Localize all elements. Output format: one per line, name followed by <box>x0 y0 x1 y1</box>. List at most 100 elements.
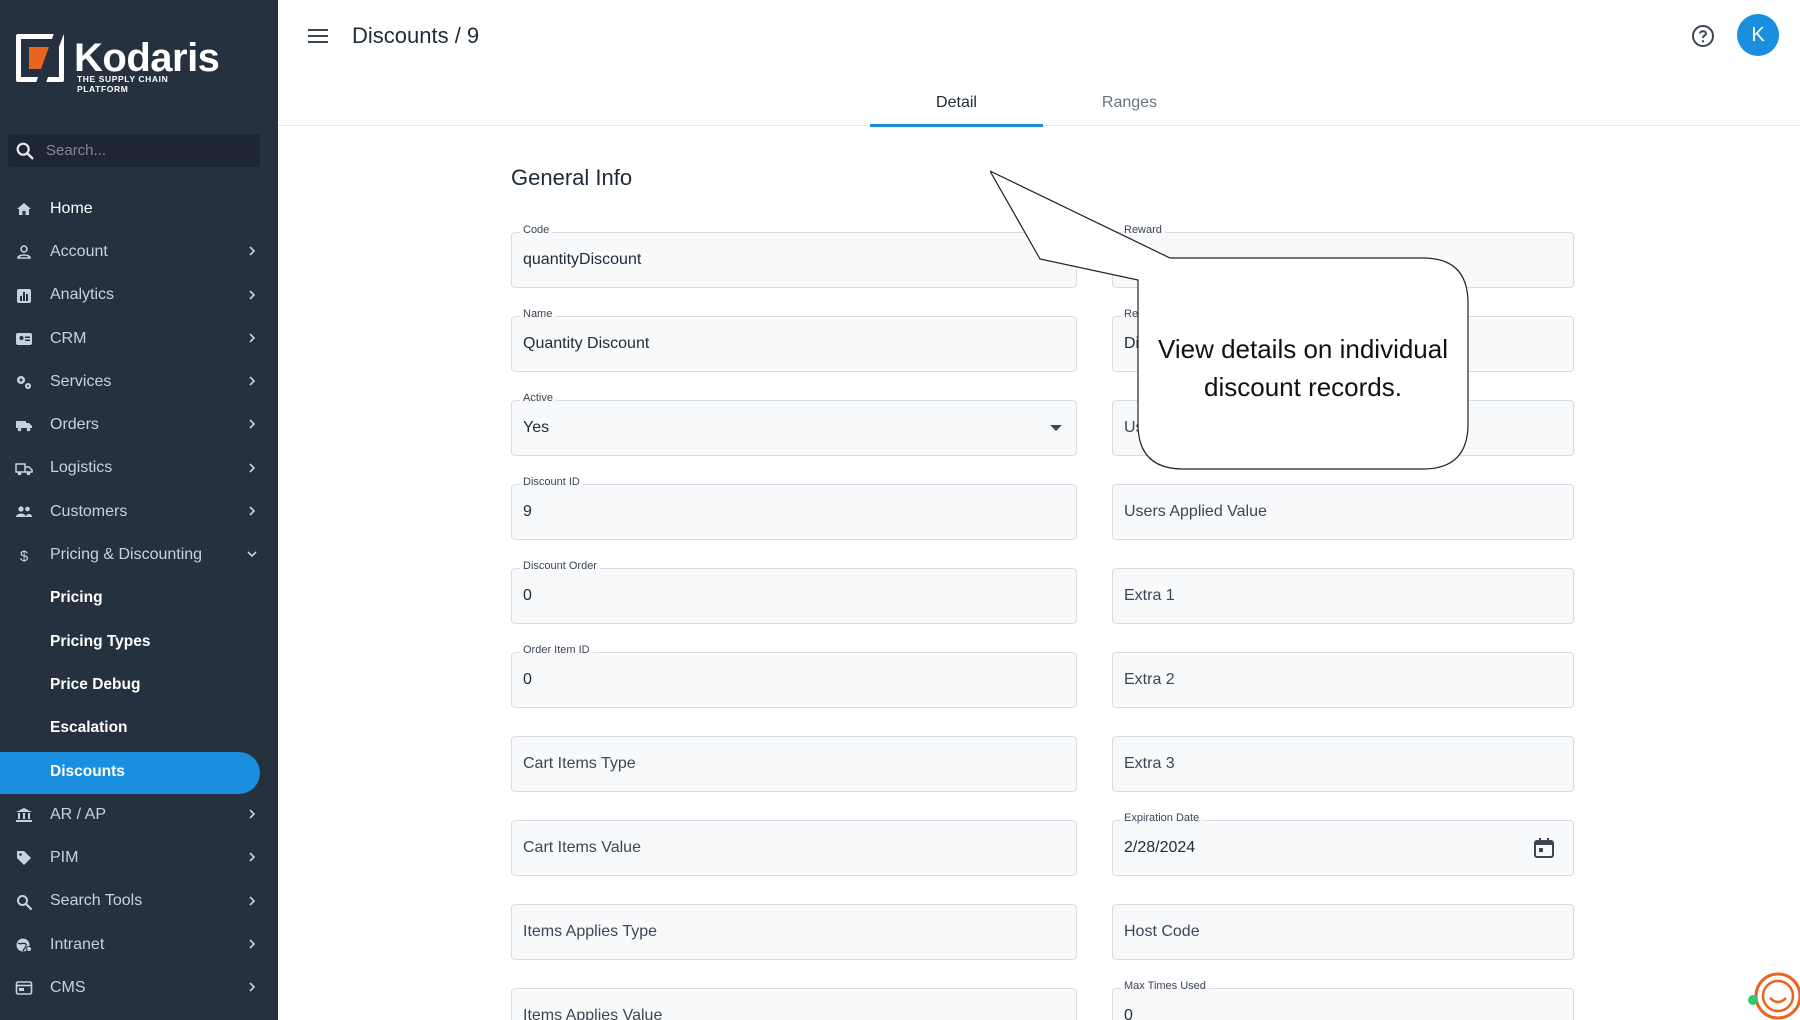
globe-gear-icon <box>16 938 32 953</box>
sidebar-item-label: Orders <box>50 416 99 434</box>
search-icon <box>16 142 34 160</box>
field-value: 0 <box>1124 1007 1133 1020</box>
field-label: Order Item ID <box>520 644 593 656</box>
field-placeholder: Host Code <box>1124 923 1200 940</box>
sidebar-item-intranet[interactable]: Intranet <box>0 923 278 966</box>
sidebar-item-price-debug[interactable]: Price Debug <box>0 663 278 706</box>
cart-items-value-field[interactable]: Cart Items Value <box>511 820 1077 876</box>
sidebar-item-label: CRM <box>50 329 87 347</box>
sidebar-item-label: Pricing Types <box>50 632 151 650</box>
hamburger-menu-icon[interactable] <box>306 26 330 46</box>
contact-card-icon <box>16 332 32 345</box>
sidebar-item-account[interactable]: Account <box>0 230 278 273</box>
warehouse-truck-icon <box>15 463 33 476</box>
field-placeholder: Users Applied Value <box>1124 503 1267 520</box>
max-times-used-field[interactable]: Max Times Used 0 <box>1112 980 1574 1020</box>
sidebar-item-label: Intranet <box>50 935 105 953</box>
sidebar-item-label: Account <box>50 242 108 260</box>
chevron-right-icon <box>249 809 256 819</box>
field-value: 9 <box>523 503 532 520</box>
avatar[interactable]: K <box>1737 14 1779 56</box>
chevron-right-icon <box>249 506 256 516</box>
gears-icon <box>17 376 31 390</box>
field-value: 2/28/2024 <box>1124 839 1196 856</box>
callout-text: View details on individual discount reco… <box>1140 330 1466 406</box>
sidebar-item-pricing-discounting[interactable]: $ Pricing & Discounting <box>0 533 278 576</box>
people-icon <box>16 506 32 518</box>
kodaris-logo[interactable]: Kodaris THE SUPPLY CHAIN PLATFORM <box>16 34 220 94</box>
chevron-right-icon <box>249 246 256 256</box>
host-code-field[interactable]: Host Code <box>1112 904 1574 960</box>
extra3-field[interactable]: Extra 3 <box>1112 736 1574 792</box>
kodaris-logo-mark <box>16 34 64 82</box>
sidebar-item-pricing[interactable]: Pricing <box>0 577 278 620</box>
field-label: Discount Order <box>520 560 600 572</box>
chevron-down-icon <box>247 551 257 558</box>
sidebar-item-escalation[interactable]: Escalation <box>0 707 278 750</box>
sidebar-item-label: Pricing & Discounting <box>50 546 203 564</box>
sidebar-item-label: CMS <box>50 978 86 996</box>
sidebar-item-services[interactable]: Services <box>0 360 278 403</box>
order-item-id-field[interactable]: Order Item ID 0 <box>511 644 1077 708</box>
cart-items-type-field[interactable]: Cart Items Type <box>511 736 1077 792</box>
dollar-icon: $ <box>20 548 29 564</box>
chevron-right-icon <box>249 852 256 863</box>
tab-ranges[interactable]: Ranges <box>1043 80 1216 126</box>
items-applies-type-field[interactable]: Items Applies Type <box>511 904 1077 960</box>
callout-bubble <box>990 170 1469 470</box>
field-value: Yes <box>523 419 550 436</box>
analytics-icon <box>17 288 31 303</box>
sidebar-item-ar-ap[interactable]: AR / AP <box>0 793 278 836</box>
sidebar-nav: Home Account Analytics CRM Services Orde… <box>0 187 278 1010</box>
sidebar-item-search-tools[interactable]: Search Tools <box>0 880 278 923</box>
page-title: Discounts / 9 <box>352 23 480 48</box>
sidebar-item-label: Discounts <box>50 762 125 780</box>
sidebar-item-label: PIM <box>50 849 79 867</box>
discount-order-field[interactable]: Discount Order 0 <box>511 560 1077 624</box>
tab-bar: Detail Ranges <box>870 80 1217 127</box>
sidebar-item-customers[interactable]: Customers <box>0 490 278 533</box>
expiration-date-field[interactable]: Expiration Date 2/28/2024 <box>1112 812 1574 876</box>
tab-detail[interactable]: Detail <box>870 80 1043 127</box>
field-value: 0 <box>523 671 532 688</box>
logo-tagline: THE SUPPLY CHAIN PLATFORM <box>77 74 169 94</box>
users-applied-value-field[interactable]: Users Applied Value <box>1112 484 1574 540</box>
chevron-right-icon <box>249 896 256 906</box>
chevron-right-icon <box>249 463 256 473</box>
help-icon[interactable] <box>1691 24 1715 48</box>
field-label: Expiration Date <box>1121 812 1203 824</box>
field-label: Discount ID <box>520 476 583 488</box>
sidebar-item-label: Price Debug <box>50 675 141 693</box>
chat-support-icon[interactable] <box>1748 966 1800 1020</box>
search-input[interactable] <box>46 142 246 159</box>
field-placeholder: Items Applies Value <box>523 1007 663 1020</box>
sidebar-item-label: Search Tools <box>50 892 143 910</box>
items-applies-value-field[interactable]: Items Applies Value <box>511 988 1077 1020</box>
calendar-icon[interactable] <box>1533 837 1555 859</box>
active-highlight <box>0 751 260 794</box>
sidebar-item-label: Customers <box>50 502 128 520</box>
sidebar-item-discounts[interactable]: Discounts <box>0 750 278 794</box>
sidebar-item-logistics[interactable]: Logistics <box>0 447 278 490</box>
browser-window-icon <box>15 981 33 996</box>
sidebar-item-label: Logistics <box>50 459 113 477</box>
truck-icon <box>16 421 32 432</box>
sidebar-item-label: Pricing <box>50 589 103 607</box>
sidebar-item-analytics[interactable]: Analytics <box>0 274 278 317</box>
sidebar-item-cms[interactable]: CMS <box>0 966 278 1009</box>
sidebar-item-home[interactable]: Home <box>0 187 278 230</box>
sidebar-item-label: Escalation <box>50 719 128 737</box>
sidebar-search <box>8 134 260 167</box>
sidebar-item-pricing-types[interactable]: Pricing Types <box>0 620 278 663</box>
extra2-field[interactable]: Extra 2 <box>1112 652 1574 708</box>
sidebar-item-crm[interactable]: CRM <box>0 317 278 360</box>
discount-id-field[interactable]: Discount ID 9 <box>511 476 1077 540</box>
chevron-right-icon <box>249 376 256 386</box>
search-icon <box>17 894 33 910</box>
field-value: Quantity Discount <box>523 335 650 352</box>
field-placeholder: Extra 3 <box>1124 755 1175 772</box>
sidebar-item-orders[interactable]: Orders <box>0 403 278 446</box>
sidebar-item-pim[interactable]: PIM <box>0 836 278 879</box>
extra1-field[interactable]: Extra 1 <box>1112 568 1574 624</box>
field-placeholder: Extra 1 <box>1124 587 1175 604</box>
